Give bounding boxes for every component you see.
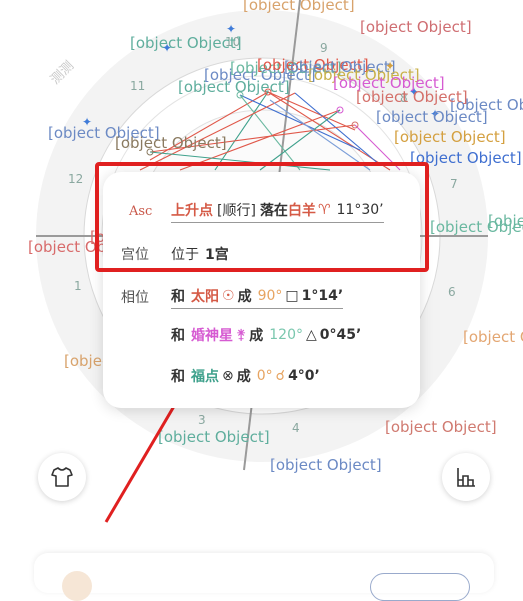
avatar [62,571,92,601]
house-number: 1 [74,279,82,293]
sign-leo: [object Object] [385,418,497,436]
aspect-row-2[interactable]: 和 婚神星 ⚵ 成 120° △ 0°45’ [103,320,420,350]
house-number: 3 [198,413,206,427]
highlight-box [95,162,429,272]
planet-descendant: [object Object] [430,218,523,236]
house-number: 12 [68,172,83,186]
aspect-orb: 4°0’ [288,368,320,384]
aspect-angle: 0° [256,368,273,384]
aspect-cheng: 成 [237,288,252,305]
star-icon: ✦ [162,41,172,55]
aspect-row-1[interactable]: 相位 和 太阳 ☉ 成 90° □ 1°14’ [103,282,420,312]
sign-gemini: [object Object] [158,428,270,446]
aspect-body: 福点 [191,369,219,385]
sign-capricorn: [object Object] [243,0,355,14]
house-number: 9 [320,41,328,55]
bottom-pill-button[interactable] [370,573,470,601]
aspect-label: 相位 [121,290,149,306]
juno-symbol-icon: ⚵ [236,327,247,343]
stairs-chart-icon [457,468,475,487]
sign-aquarius: [object Object] [130,34,242,52]
conjunction-aspect-icon: ☌ [275,368,286,384]
trine-aspect-icon: △ [306,327,317,343]
sun-symbol-icon: ☉ [222,287,235,304]
house-number: 6 [448,285,456,299]
tshirt-icon [51,467,73,487]
star-icon: ✦ [82,115,92,129]
square-aspect-icon: □ [285,287,299,304]
aspect-and: 和 [171,328,185,344]
aspect-and: 和 [171,369,185,385]
outfit-button[interactable] [38,453,86,501]
sign-cancer: [object Object] [270,456,382,474]
planet-saturn: [object Object] [115,134,227,152]
bottom-card[interactable] [34,553,494,601]
chart-layout-button[interactable] [442,453,490,501]
planet-jupiter: [object Object] [356,88,468,106]
aspect-orb: 1°14’ [301,287,344,304]
sign-sagittarius: [object Object] [360,18,472,36]
sign-virgo: [object Object] [463,328,523,346]
aspect-and: 和 [171,288,185,305]
aspect-row-3[interactable]: 和 福点 ⊗ 成 0° ☌ 4°0’ [103,361,420,391]
house-number: 11 [130,79,145,93]
planet-pluto: [object Object] [376,108,488,126]
aspect-cheng: 成 [236,369,251,385]
aspect-angle: 120° [269,327,303,343]
aspect-body: 太阳 [191,288,219,305]
aspect-body: 婚神星 [191,328,233,344]
house-number: 4 [292,421,300,435]
star-icon: ✦ [226,22,236,36]
aspect-angle: 90° [257,287,283,304]
house-number: 7 [450,177,458,191]
aspect-cheng: 成 [249,328,264,344]
planet-venus: [object Object] [394,128,506,146]
partial-label: 测测 [48,59,77,88]
fortune-symbol-icon: ⊗ [222,368,234,384]
aspect-orb: 0°45’ [319,327,362,343]
